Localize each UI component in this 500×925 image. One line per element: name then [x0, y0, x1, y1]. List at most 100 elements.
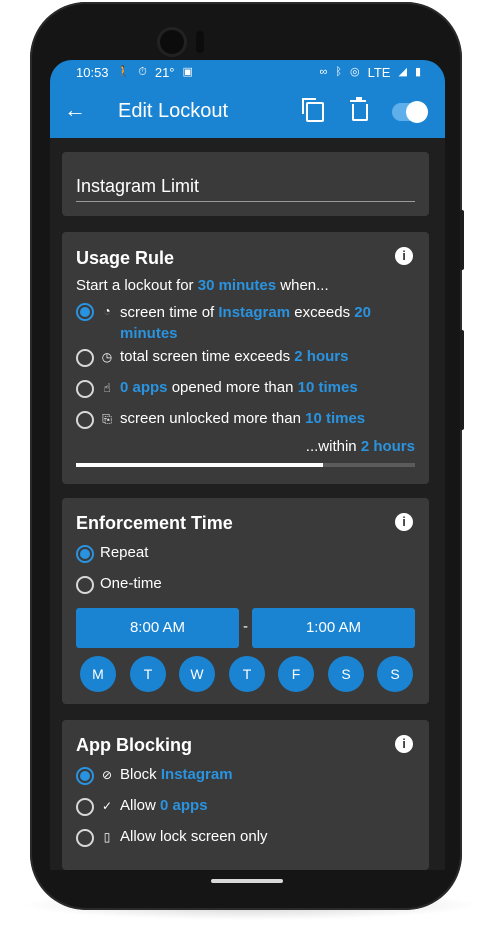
start-time-button[interactable]: 8:00 AM — [76, 608, 239, 648]
card-icon: ▣ — [182, 66, 193, 78]
radio-unselected[interactable] — [76, 576, 94, 594]
option-text: exceeds — [290, 304, 355, 321]
app-blocking-title: App Blocking — [76, 735, 192, 755]
signal-icon: ◢ — [398, 66, 407, 78]
battery-icon: ▮ — [414, 66, 421, 78]
usage-option-4[interactable]: ⎘ screen unlocked more than 10 times — [76, 410, 365, 429]
usage-option-1[interactable]: ◔ screen time of Instagram exceeds 20 mi… — [76, 302, 396, 344]
enable-toggle[interactable] — [392, 101, 428, 123]
option-text: total screen time exceeds — [120, 348, 295, 365]
option-text: Allow lock screen only — [120, 828, 268, 845]
field-underline — [76, 201, 415, 202]
intro-suffix: when... — [276, 277, 329, 294]
intro-duration[interactable]: 30 minutes — [198, 277, 276, 294]
option-text: screen time of — [120, 304, 219, 321]
tap-icon: ☝ — [103, 381, 111, 395]
usage-option-2[interactable]: ◷ total screen time exceeds 2 hours — [76, 348, 348, 367]
timer-icon: ⏱ — [138, 66, 147, 78]
time-separator: - — [243, 618, 248, 635]
copy-icon[interactable] — [302, 98, 324, 122]
app-bar: ← Edit Lockout — [50, 86, 445, 138]
end-time-button[interactable]: 1:00 AM — [252, 608, 415, 648]
content-area: Instagram Limit Usage Rule i Start a loc… — [50, 138, 445, 870]
name-card: Instagram Limit — [62, 152, 429, 216]
delete-icon[interactable] — [350, 97, 368, 121]
usage-intro: Start a lockout for 30 minutes when... — [76, 277, 329, 294]
within-row: ...within 2 hours — [306, 438, 415, 455]
radio-unselected[interactable] — [76, 380, 94, 398]
enforcement-card: Enforcement Time i Repeat One-time 8:00 … — [62, 498, 429, 704]
radio-unselected[interactable] — [76, 411, 94, 429]
check-circle-icon: ✓ — [101, 799, 113, 813]
status-time: 10:53 — [76, 65, 109, 80]
usage-option-3[interactable]: ☝ 0 apps opened more than 10 times — [76, 379, 358, 398]
day-wednesday[interactable]: W — [179, 656, 215, 692]
option-text: screen unlocked more than — [120, 410, 306, 427]
phone-icon: ▯ — [103, 830, 111, 844]
day-monday[interactable]: M — [80, 656, 116, 692]
lock-screen-option[interactable]: ▯ Allow lock screen only — [76, 828, 268, 847]
nav-gesture-bar[interactable] — [211, 879, 283, 883]
radio-selected[interactable] — [76, 545, 94, 563]
toggle-knob — [406, 101, 428, 123]
radio-unselected[interactable] — [76, 798, 94, 816]
day-tuesday[interactable]: T — [130, 656, 166, 692]
bluetooth-icon: ᛒ — [335, 66, 342, 78]
day-saturday[interactable]: S — [328, 656, 364, 692]
blocked-app-value[interactable]: Instagram — [161, 766, 233, 783]
power-button — [460, 330, 464, 430]
allow-option[interactable]: ✓ Allow 0 apps — [76, 797, 208, 816]
duration-value[interactable]: 2 hours — [294, 348, 348, 365]
allowed-apps-value[interactable]: 0 apps — [160, 797, 208, 814]
radio-unselected[interactable] — [76, 829, 94, 847]
app-value[interactable]: Instagram — [218, 304, 290, 321]
count-value[interactable]: 10 times — [298, 379, 358, 396]
one-time-option[interactable]: One-time — [76, 575, 162, 594]
app-blocking-card: App Blocking i ⊘ Block Instagram ✓ Allow… — [62, 720, 429, 870]
intro-prefix: Start a lockout for — [76, 277, 198, 294]
block-option[interactable]: ⊘ Block Instagram — [76, 766, 233, 785]
enforcement-title: Enforcement Time — [76, 513, 233, 533]
within-duration[interactable]: 2 hours — [361, 438, 415, 455]
sensor — [196, 31, 204, 53]
camera-icon — [160, 30, 184, 54]
option-text: Allow — [120, 797, 161, 814]
lockout-name-field[interactable]: Instagram Limit — [76, 176, 199, 197]
progress-fill — [76, 463, 324, 467]
usage-progress-bar — [76, 463, 415, 467]
usage-rule-card: Usage Rule i Start a lockout for 30 minu… — [62, 232, 429, 484]
hotspot-icon: ◎ — [349, 66, 360, 78]
block-icon: ⊘ — [101, 768, 113, 782]
one-time-label: One-time — [100, 575, 162, 592]
count-value[interactable]: 10 times — [305, 410, 365, 427]
status-network: LTE — [367, 65, 391, 80]
usage-rule-title: Usage Rule — [76, 248, 175, 268]
radio-selected[interactable] — [76, 767, 94, 785]
day-friday[interactable]: F — [278, 656, 314, 692]
info-icon[interactable]: i — [395, 735, 413, 753]
repeat-option[interactable]: Repeat — [76, 544, 148, 563]
walk-icon: 🚶 — [116, 66, 131, 78]
info-icon[interactable]: i — [395, 513, 413, 531]
radio-unselected[interactable] — [76, 349, 94, 367]
repeat-label: Repeat — [100, 544, 149, 561]
page-title: Edit Lockout — [118, 100, 229, 122]
day-thursday[interactable]: T — [229, 656, 265, 692]
within-prefix: ...within — [305, 438, 361, 455]
apps-value[interactable]: 0 apps — [120, 379, 168, 396]
pie-icon: ◔ — [103, 304, 111, 318]
back-arrow-icon[interactable]: ← — [64, 99, 86, 121]
days-row: M T W T F S S — [80, 656, 415, 692]
info-icon[interactable]: i — [395, 247, 413, 265]
status-temp: 21° — [154, 65, 175, 80]
clock-icon: ◷ — [101, 350, 113, 364]
volume-button — [460, 210, 464, 270]
day-sunday[interactable]: S — [377, 656, 413, 692]
radio-selected[interactable] — [76, 303, 94, 321]
option-text: Block — [120, 766, 161, 783]
vr-icon: ∞ — [319, 66, 328, 78]
screen: 10:53 🚶 ⏱ 21° ▣ ∞ ᛒ ◎ LTE ◢ ▮ ← Edit Loc… — [50, 60, 445, 870]
option-text: opened more than — [167, 379, 298, 396]
unlock-icon: ⎘ — [102, 412, 112, 426]
status-bar: 10:53 🚶 ⏱ 21° ▣ ∞ ᛒ ◎ LTE ◢ ▮ — [50, 60, 445, 86]
